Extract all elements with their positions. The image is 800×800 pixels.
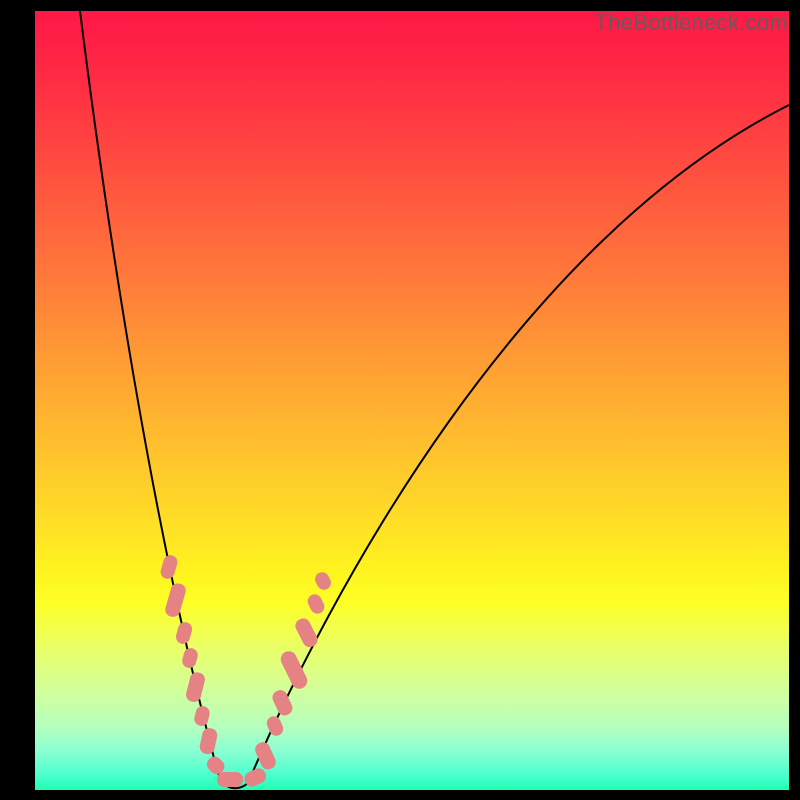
watermark-text: TheBottleneck.com (595, 10, 788, 36)
chart-frame: TheBottleneck.com (0, 0, 800, 800)
plot-area (35, 11, 789, 790)
